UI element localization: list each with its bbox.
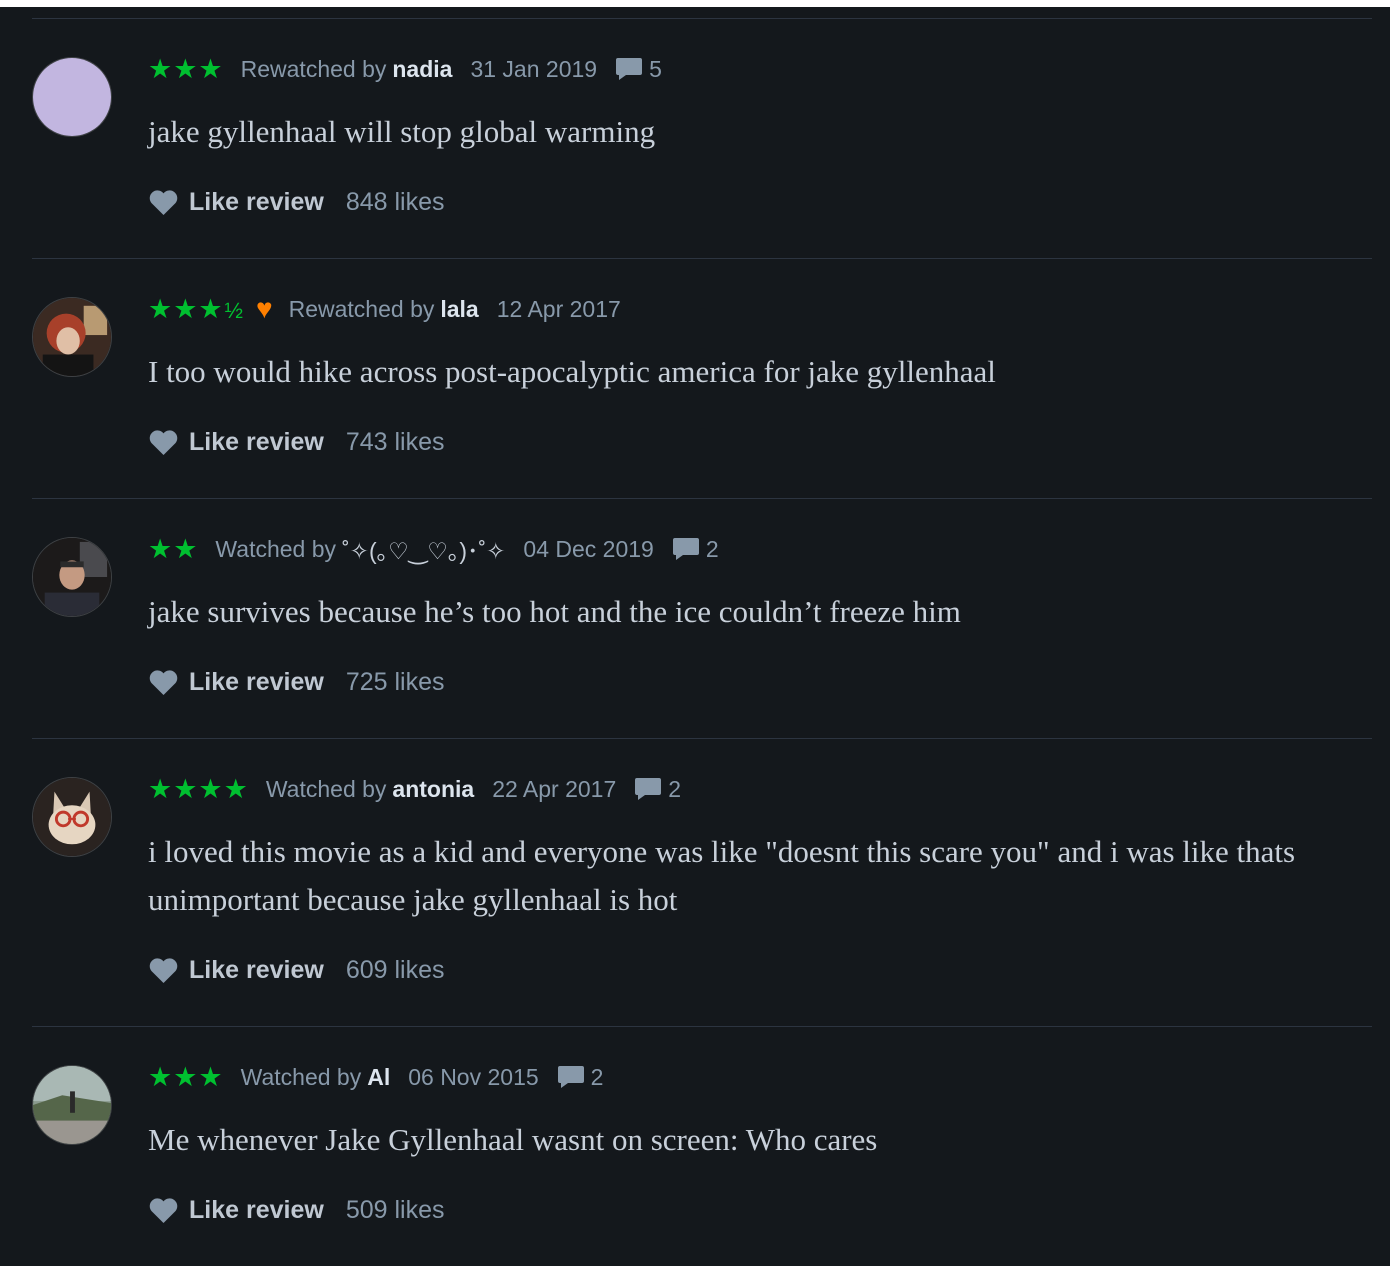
avatar-photo-icon (33, 778, 111, 856)
likes-count-link[interactable]: 609 likes (346, 956, 445, 985)
activity-label: Watched by (265, 775, 387, 802)
likes-count-link[interactable]: 848 likes (346, 188, 445, 217)
review-text: jake survives because he’s too hot and t… (148, 594, 961, 629)
liked-heart-icon: ♥ (255, 293, 273, 324)
review-meta: ★★ Watched by ˚✧(｡♡‿♡｡)･˚✧ 04 Dec 2019 2 (148, 533, 1372, 565)
like-review-label: Like review (189, 667, 324, 696)
comment-bubble-icon (557, 1066, 584, 1088)
review-actions: Like review 743 likes (148, 426, 1372, 458)
comment-count: 2 (705, 535, 719, 562)
review-text: Me whenever Jake Gyllenhaal wasnt on scr… (148, 1122, 878, 1157)
comment-bubble-icon (672, 538, 699, 560)
comment-count-link[interactable]: 2 (557, 1063, 604, 1091)
username-link[interactable]: ˚✧(｡♡‿♡｡)･˚✧ (342, 532, 505, 566)
review-meta: ★★★★ Watched by antonia 22 Apr 2017 2 (148, 773, 1372, 805)
review-meta: ★★★½ ♥ Rewatched by lala 12 Apr 2017 (148, 293, 1372, 325)
activity-label: Rewatched by (288, 295, 435, 322)
username-link[interactable]: antonia (392, 776, 474, 803)
user-avatar[interactable] (32, 777, 112, 857)
review-text: I too would hike across post-apocalyptic… (148, 354, 996, 389)
comment-bubble-icon (635, 778, 662, 800)
review-text: i loved this movie as a kid and everyone… (148, 834, 1296, 917)
username-link[interactable]: lala (440, 296, 478, 323)
heart-icon (149, 669, 178, 695)
comment-count-link[interactable]: 2 (672, 536, 719, 563)
review-item: ★★ Watched by ˚✧(｡♡‿♡｡)･˚✧ 04 Dec 2019 2… (32, 499, 1372, 739)
likes-count-link[interactable]: 725 likes (346, 668, 445, 697)
like-review-button[interactable]: Like review (148, 428, 324, 457)
user-avatar[interactable] (32, 57, 112, 137)
top-edge-bar (0, 0, 1390, 7)
review-meta: ★★★ Watched by Al 06 Nov 2015 2 (148, 1061, 1372, 1093)
review-item: ★★★ Watched by Al 06 Nov 2015 2 Me whene… (32, 1027, 1372, 1266)
user-avatar[interactable] (32, 297, 112, 377)
comment-count: 2 (590, 1063, 604, 1090)
review-item: ★★★★ Watched by antonia 22 Apr 2017 2 i … (32, 739, 1372, 1027)
user-avatar[interactable] (32, 537, 112, 617)
review-date[interactable]: 04 Dec 2019 (523, 536, 653, 563)
like-review-button[interactable]: Like review (148, 188, 324, 217)
comment-count-link[interactable]: 5 (615, 56, 662, 83)
review-actions: Like review 609 likes (148, 954, 1372, 986)
username-link[interactable]: Al (367, 1064, 390, 1091)
heart-icon (149, 957, 178, 983)
comment-bubble-icon (616, 58, 643, 80)
review-meta: ★★★ Rewatched by nadia 31 Jan 2019 5 (148, 53, 1372, 85)
heart-icon (149, 429, 178, 455)
star-rating: ★★★½ (148, 293, 244, 324)
username-link[interactable]: nadia (392, 56, 452, 83)
review-date[interactable]: 06 Nov 2015 (408, 1064, 538, 1091)
likes-count-link[interactable]: 509 likes (346, 1196, 445, 1225)
comment-count: 2 (668, 775, 682, 802)
review-date[interactable]: 22 Apr 2017 (492, 776, 616, 803)
heart-icon (149, 1197, 178, 1223)
review-actions: Like review 848 likes (148, 186, 1372, 218)
like-review-label: Like review (189, 427, 324, 456)
avatar-photo-icon (33, 1066, 111, 1144)
activity-label: Watched by (240, 1063, 362, 1090)
review-text: jake gyllenhaal will stop global warming (148, 114, 656, 149)
review-date[interactable]: 12 Apr 2017 (497, 296, 621, 323)
like-review-label: Like review (189, 955, 324, 984)
avatar-photo-icon (33, 298, 111, 376)
star-rating: ★★ (148, 533, 199, 564)
star-rating: ★★★★ (148, 773, 249, 804)
review-date[interactable]: 31 Jan 2019 (470, 56, 597, 83)
review-item: ★★★ Rewatched by nadia 31 Jan 2019 5 jak… (32, 19, 1372, 259)
heart-icon (149, 189, 178, 215)
like-review-button[interactable]: Like review (148, 956, 324, 985)
user-avatar[interactable] (32, 1065, 112, 1145)
avatar-photo-icon (33, 538, 111, 616)
likes-count-link[interactable]: 743 likes (346, 428, 445, 457)
activity-label: Watched by (215, 535, 337, 562)
star-rating: ★★★ (148, 1061, 224, 1092)
comment-count-link[interactable]: 2 (634, 776, 681, 803)
review-actions: Like review 725 likes (148, 666, 1372, 698)
like-review-label: Like review (189, 187, 324, 216)
activity-label: Rewatched by (240, 55, 387, 82)
like-review-label: Like review (189, 1195, 324, 1224)
review-item: ★★★½ ♥ Rewatched by lala 12 Apr 2017 I t… (32, 259, 1372, 499)
like-review-button[interactable]: Like review (148, 1196, 324, 1225)
star-rating: ★★★ (148, 53, 224, 84)
review-list: ★★★ Rewatched by nadia 31 Jan 2019 5 jak… (32, 18, 1372, 1266)
like-review-button[interactable]: Like review (148, 668, 324, 697)
avatar-placeholder-icon (33, 58, 111, 136)
comment-count: 5 (649, 55, 662, 82)
review-actions: Like review 509 likes (148, 1194, 1372, 1226)
